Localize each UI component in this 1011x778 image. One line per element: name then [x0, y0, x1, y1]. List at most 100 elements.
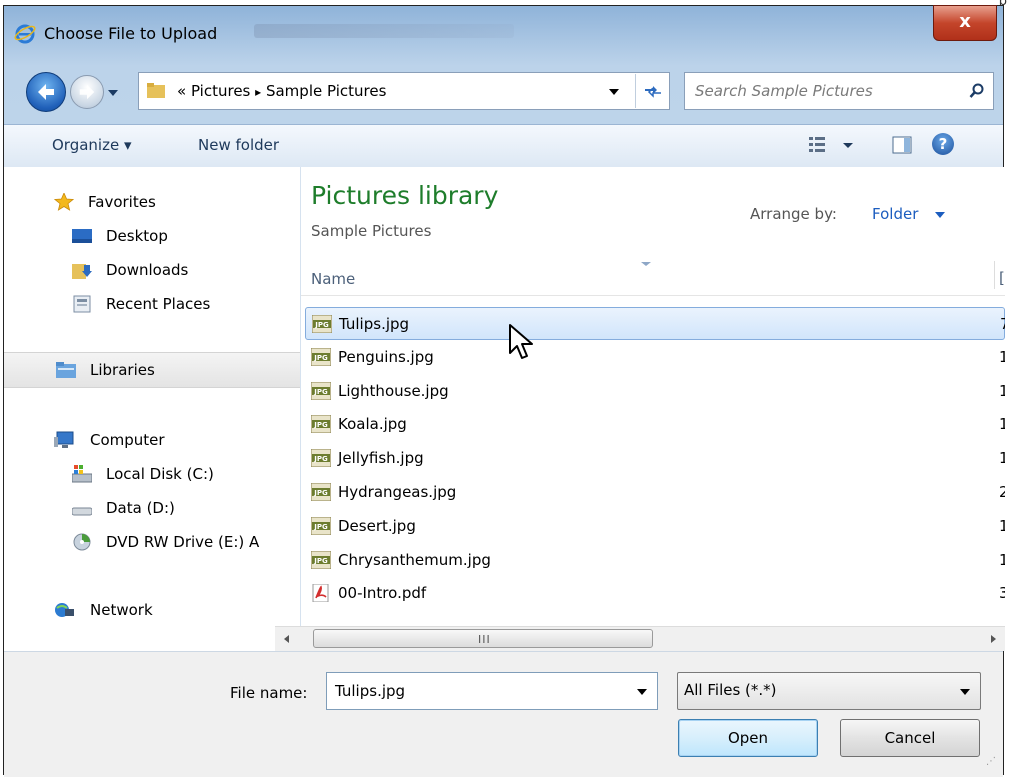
- refresh-button[interactable]: [635, 74, 670, 108]
- search-input[interactable]: Search Sample Pictures: [695, 82, 873, 100]
- chevron-down-icon[interactable]: [935, 212, 945, 218]
- file-row[interactable]: JPG Chrysanthemum.jpg 1: [305, 544, 1005, 577]
- libraries-icon: [56, 362, 76, 378]
- preview-pane-icon[interactable]: [892, 135, 912, 155]
- nav-recent-places[interactable]: Recent Places: [106, 295, 210, 313]
- file-row[interactable]: JPG Penguins.jpg 1: [305, 341, 1005, 374]
- address-breadcrumb[interactable]: « Pictures ▸ Sample Pictures: [177, 82, 386, 100]
- svg-text:JPG: JPG: [313, 489, 328, 497]
- file-name: Tulips.jpg: [339, 315, 410, 333]
- file-name-input[interactable]: Tulips.jpg: [335, 682, 405, 700]
- recent-pages-dropdown[interactable]: [108, 90, 118, 96]
- help-button[interactable]: ?: [932, 133, 954, 155]
- nav-data-drive[interactable]: Data (D:): [106, 499, 175, 517]
- file-row[interactable]: JPG Tulips.jpg 7: [305, 307, 1005, 340]
- close-button[interactable]: x: [933, 5, 997, 41]
- column-header-name[interactable]: Name: [311, 270, 355, 288]
- arrow-left-icon: [38, 84, 54, 100]
- desktop-icon: [72, 229, 92, 243]
- nav-computer[interactable]: Computer: [90, 431, 165, 449]
- nav-downloads[interactable]: Downloads: [106, 261, 188, 279]
- jpg-file-icon: JPG: [312, 315, 332, 333]
- file-date-truncated: 2: [999, 483, 1005, 501]
- mouse-pointer-icon: [509, 324, 533, 359]
- file-row[interactable]: JPG Koala.jpg 1: [305, 408, 1005, 441]
- file-name: 00-Intro.pdf: [338, 584, 427, 603]
- nav-local-disk[interactable]: Local Disk (C:): [106, 465, 214, 483]
- cancel-button[interactable]: Cancel: [840, 719, 980, 757]
- file-name: Chrysanthemum.jpg: [338, 550, 491, 569]
- chevron-down-icon[interactable]: [960, 689, 970, 695]
- address-bar[interactable]: « Pictures ▸ Sample Pictures: [138, 72, 670, 110]
- column-separator[interactable]: [994, 261, 995, 289]
- file-date-truncated: 7: [1000, 315, 1005, 333]
- organize-menu-button[interactable]: Organize ▾: [52, 136, 132, 154]
- svg-text:JPG: JPG: [314, 321, 329, 329]
- open-button[interactable]: Open: [678, 719, 818, 757]
- svg-text:JPG: JPG: [313, 523, 328, 531]
- library-subtitle: Sample Pictures: [311, 222, 432, 240]
- file-name: Jellyfish.jpg: [338, 449, 424, 468]
- nav-desktop[interactable]: Desktop: [106, 227, 168, 245]
- address-history-dropdown[interactable]: [609, 89, 619, 95]
- title-bar[interactable]: Choose File to Upload x: [4, 5, 1003, 62]
- jpg-file-icon: JPG: [311, 449, 331, 468]
- command-toolbar: Organize ▾ New folder ?: [4, 124, 1003, 167]
- dvd-drive-icon: [73, 533, 91, 551]
- arrow-right-icon: [79, 84, 95, 100]
- search-box[interactable]: Search Sample Pictures: [684, 72, 994, 110]
- file-name: Hydrangeas.jpg: [338, 483, 457, 501]
- file-date-truncated: 1: [999, 381, 1005, 400]
- file-row[interactable]: 00-Intro.pdf 3: [305, 577, 1005, 610]
- column-header-row: Name [: [301, 257, 1005, 296]
- file-name-combobox[interactable]: Tulips.jpg: [326, 672, 658, 710]
- pdf-file-icon: [312, 584, 329, 603]
- drive-icon: [72, 507, 92, 516]
- svg-text:JPG: JPG: [313, 388, 328, 396]
- computer-icon: [54, 431, 74, 448]
- jpg-file-icon: JPG: [311, 516, 331, 535]
- nav-libraries-row[interactable]: Libraries: [4, 352, 300, 388]
- nav-libraries[interactable]: Libraries: [90, 361, 155, 379]
- nav-favorites[interactable]: Favorites: [88, 193, 156, 211]
- local-disk-icon: [72, 465, 92, 483]
- breadcrumb-sample-pictures[interactable]: Sample Pictures: [266, 82, 386, 100]
- file-date-truncated: 1: [999, 347, 1005, 366]
- column-header-next[interactable]: [: [999, 269, 1005, 287]
- new-folder-button[interactable]: New folder: [198, 136, 279, 154]
- horizontal-scrollbar[interactable]: III: [275, 626, 1005, 651]
- arrange-by-dropdown[interactable]: Folder: [872, 205, 918, 223]
- jpg-file-icon: JPG: [311, 550, 331, 569]
- navigation-pane: Favorites Desktop Downloads Recent Place…: [4, 167, 301, 651]
- scroll-left-icon[interactable]: [275, 627, 299, 651]
- file-row[interactable]: JPG Lighthouse.jpg 1: [305, 375, 1005, 408]
- file-name: Koala.jpg: [338, 415, 407, 434]
- file-list-pane: Pictures library Sample Pictures Arrange…: [301, 167, 1005, 651]
- file-name-label: File name:: [230, 684, 308, 702]
- breadcrumb-overflow[interactable]: «: [177, 82, 186, 100]
- breadcrumb-pictures[interactable]: Pictures: [191, 82, 250, 100]
- file-row[interactable]: JPG Desert.jpg 1: [305, 510, 1005, 543]
- file-date-truncated: 1: [999, 415, 1005, 434]
- scroll-right-icon[interactable]: [981, 627, 1005, 651]
- chevron-down-icon[interactable]: [637, 689, 647, 695]
- favorites-star-icon: [54, 193, 74, 211]
- scrollbar-grip: III: [478, 633, 491, 646]
- file-row[interactable]: JPG Jellyfish.jpg 1: [305, 442, 1005, 475]
- scrollbar-thumb[interactable]: III: [313, 629, 653, 648]
- back-button[interactable]: [26, 72, 66, 112]
- nav-network[interactable]: Network: [90, 601, 153, 619]
- search-icon[interactable]: [969, 83, 985, 99]
- resize-grip-icon[interactable]: ⋰: [986, 756, 996, 767]
- breadcrumb-separator[interactable]: ▸: [255, 85, 261, 99]
- change-view-icon[interactable]: [809, 135, 859, 155]
- file-row[interactable]: JPG Hydrangeas.jpg 2: [305, 476, 1005, 509]
- nav-dvd-drive[interactable]: DVD RW Drive (E:) A: [106, 533, 259, 551]
- svg-text:JPG: JPG: [313, 354, 328, 362]
- forward-button[interactable]: [70, 75, 104, 109]
- file-date-truncated: 3: [999, 584, 1005, 603]
- background-window-title-ghost: [254, 24, 514, 38]
- jpg-file-icon: JPG: [311, 347, 331, 366]
- file-selection-footer: File name: Tulips.jpg All Files (*.*) Op…: [4, 651, 1003, 777]
- file-type-select[interactable]: All Files (*.*): [677, 672, 981, 710]
